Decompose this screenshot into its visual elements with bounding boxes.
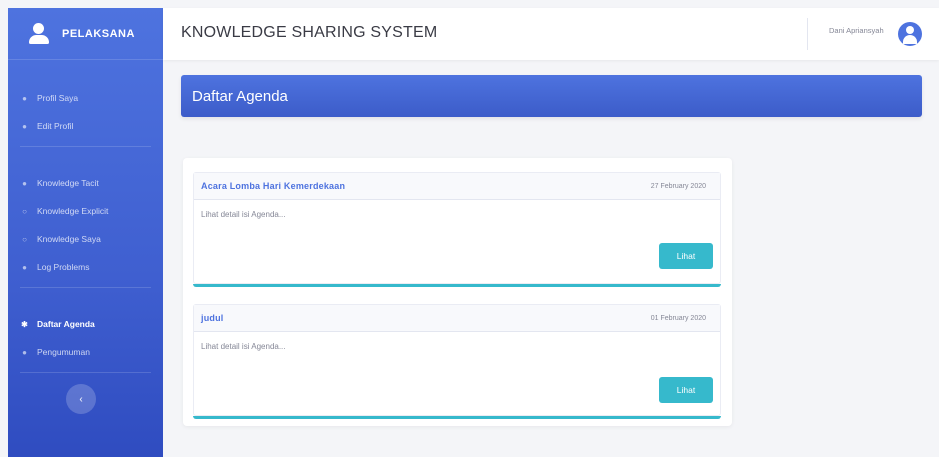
- agenda-title: Acara Lomba Hari Kemerdekaan: [201, 181, 346, 191]
- agenda-card: judul 01 February 2020 Lihat detail isi …: [193, 304, 721, 419]
- chevron-left-icon: ‹: [79, 393, 83, 405]
- circle-icon: ●: [22, 262, 27, 272]
- sidebar-item-label: Knowledge Tacit: [37, 178, 99, 188]
- page-header: Daftar Agenda: [181, 75, 922, 117]
- agenda-card: Acara Lomba Hari Kemerdekaan 27 February…: [193, 172, 721, 287]
- sidebar-item-daftar-agenda[interactable]: ✱ Daftar Agenda: [8, 310, 163, 338]
- user-circle-icon[interactable]: [898, 22, 922, 46]
- info-circle-icon: ✱: [21, 319, 28, 329]
- lightbulb-outline-icon: ○: [22, 206, 27, 216]
- app-title: KNOWLEDGE SHARING SYSTEM: [181, 24, 438, 41]
- sidebar-divider: [20, 372, 151, 373]
- sidebar-item-label: Knowledge Explicit: [37, 206, 109, 216]
- sidebar-item-label: Edit Profil: [37, 121, 74, 131]
- sidebar-item-pengumuman[interactable]: ● Pengumuman: [8, 338, 163, 366]
- user-icon: ●: [22, 93, 27, 103]
- sidebar-item-label: Pengumuman: [37, 347, 90, 357]
- sidebar-item-knowledge-saya[interactable]: ○ Knowledge Saya: [8, 225, 163, 253]
- sidebar-heading-akun: [8, 64, 163, 84]
- sidebar-heading-info: [8, 290, 163, 310]
- book-icon: ○: [22, 234, 27, 244]
- agenda-date: 27 February 2020: [650, 183, 706, 190]
- page-title: Daftar Agenda: [192, 88, 288, 105]
- agenda-card-header: judul 01 February 2020: [194, 305, 720, 332]
- sidebar-item-edit-profil[interactable]: ● Edit Profil: [8, 112, 163, 140]
- sidebar-item-knowledge-explicit[interactable]: ○ Knowledge Explicit: [8, 197, 163, 225]
- agenda-description: Lihat detail isi Agenda...: [201, 342, 286, 351]
- agenda-title: judul: [201, 313, 224, 323]
- user-name[interactable]: Dani Apriansyah: [829, 26, 884, 35]
- sidebar-item-label: Knowledge Saya: [37, 234, 101, 244]
- sidebar-item-knowledge-tacit[interactable]: ● Knowledge Tacit: [8, 169, 163, 197]
- sidebar-item-log-problems[interactable]: ● Log Problems: [8, 253, 163, 281]
- agenda-date: 01 February 2020: [650, 315, 706, 322]
- topbar: KNOWLEDGE SHARING SYSTEM Dani Apriansyah: [163, 8, 939, 60]
- topbar-divider: [807, 18, 808, 50]
- user-edit-icon: ●: [22, 121, 27, 131]
- lightbulb-icon: ●: [22, 178, 27, 188]
- agenda-card-header: Acara Lomba Hari Kemerdekaan 27 February…: [194, 173, 720, 200]
- sidebar-divider: [20, 287, 151, 288]
- agenda-description: Lihat detail isi Agenda...: [201, 210, 286, 219]
- sidebar-brand[interactable]: PELAKSANA: [8, 8, 163, 60]
- sidebar-item-label: Profil Saya: [37, 93, 79, 103]
- lihat-button[interactable]: Lihat: [659, 243, 713, 269]
- lihat-button[interactable]: Lihat: [659, 377, 713, 403]
- sidebar-item-label: Log Problems: [37, 262, 90, 272]
- sidebar-item-label: Daftar Agenda: [37, 319, 95, 329]
- sidebar-heading-knowledge: [8, 149, 163, 169]
- sidebar-divider: [20, 146, 151, 147]
- user-icon: [28, 22, 50, 45]
- user-icon: ●: [22, 347, 27, 357]
- sidebar-toggle-button[interactable]: ‹: [66, 384, 96, 414]
- brand-name: PELAKSANA: [62, 27, 135, 40]
- agenda-card-accent: [193, 416, 721, 419]
- agenda-card-accent: [193, 284, 721, 287]
- sidebar-item-profil-saya[interactable]: ● Profil Saya: [8, 84, 163, 112]
